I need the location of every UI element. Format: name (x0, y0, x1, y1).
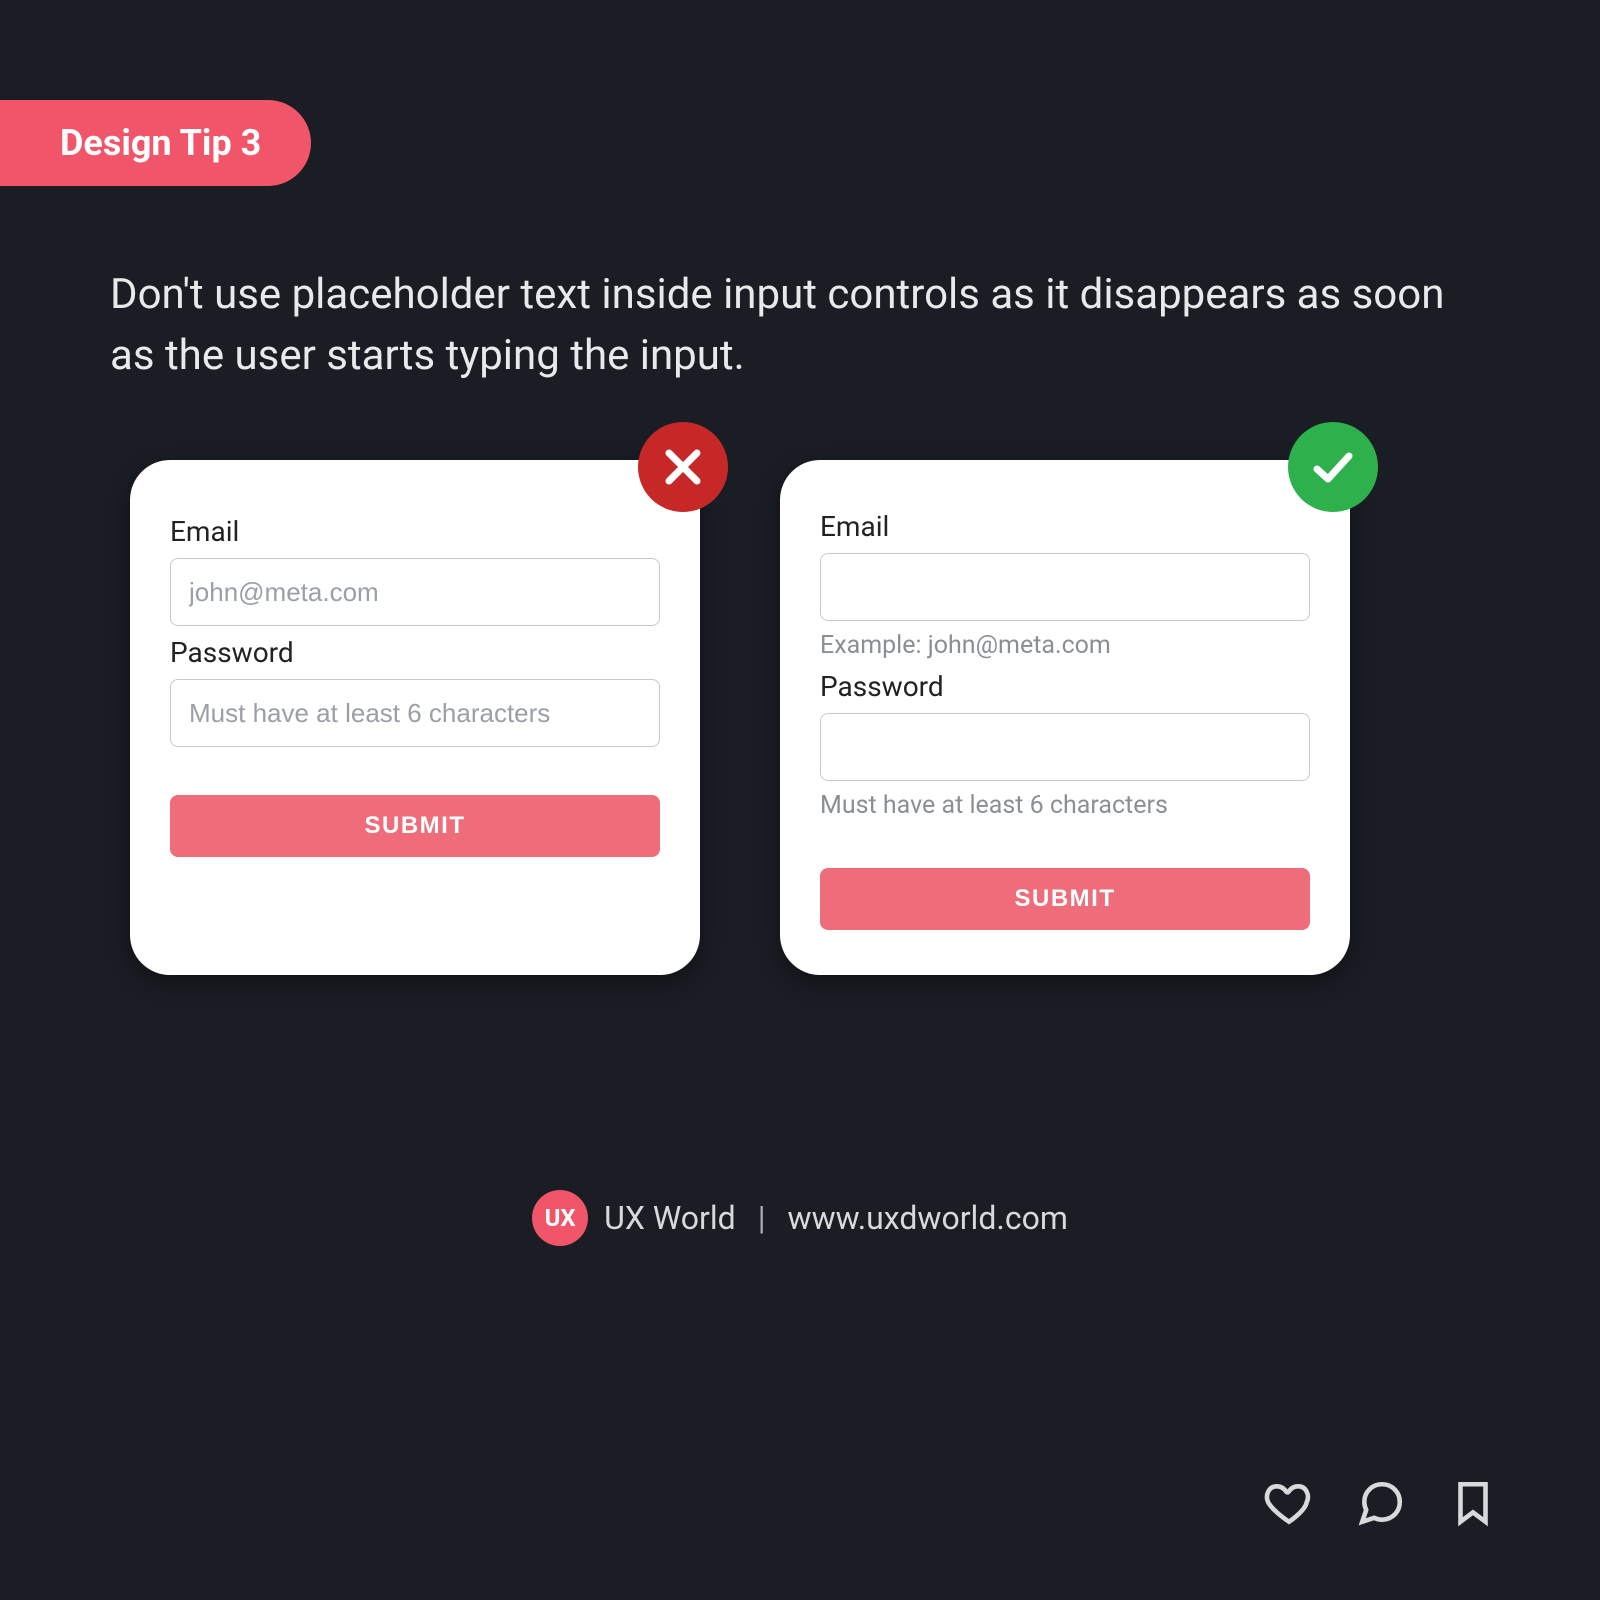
comment-icon[interactable] (1354, 1476, 1408, 1530)
submit-button-good[interactable]: SUBMIT (820, 868, 1310, 930)
tip-badge: Design Tip 3 (0, 100, 311, 186)
password-label: Password (820, 670, 1310, 703)
social-actions (1262, 1476, 1500, 1530)
good-example-card: Email Example: john@meta.com Password Mu… (780, 460, 1350, 975)
check-icon (1288, 422, 1378, 512)
heart-icon[interactable] (1262, 1476, 1316, 1530)
password-label: Password (170, 636, 660, 669)
cross-icon (638, 422, 728, 512)
cards-row: Email Password SUBMIT Email Example: joh… (130, 460, 1470, 975)
email-input-good[interactable] (820, 553, 1310, 621)
password-input-good[interactable] (820, 713, 1310, 781)
bookmark-icon[interactable] (1446, 1476, 1500, 1530)
email-input-bad[interactable] (170, 558, 660, 626)
separator: | (752, 1199, 772, 1237)
tip-description: Don't use placeholder text inside input … (110, 265, 1490, 387)
brand-name: UX World (604, 1199, 736, 1237)
footer-brand: UX UX World | www.uxdworld.com (0, 1190, 1600, 1246)
submit-label: SUBMIT (1015, 885, 1116, 912)
brand-logo: UX (532, 1190, 588, 1246)
brand-url: www.uxdworld.com (788, 1199, 1068, 1237)
password-input-bad[interactable] (170, 679, 660, 747)
submit-button-bad[interactable]: SUBMIT (170, 795, 660, 857)
tip-badge-label: Design Tip 3 (60, 122, 261, 164)
brand-logo-text: UX (545, 1204, 576, 1232)
email-helper-text: Example: john@meta.com (820, 631, 1310, 660)
email-label: Email (170, 515, 660, 548)
submit-label: SUBMIT (365, 812, 466, 839)
bad-example-card: Email Password SUBMIT (130, 460, 700, 975)
email-label: Email (820, 510, 1310, 543)
password-helper-text: Must have at least 6 characters (820, 791, 1310, 820)
